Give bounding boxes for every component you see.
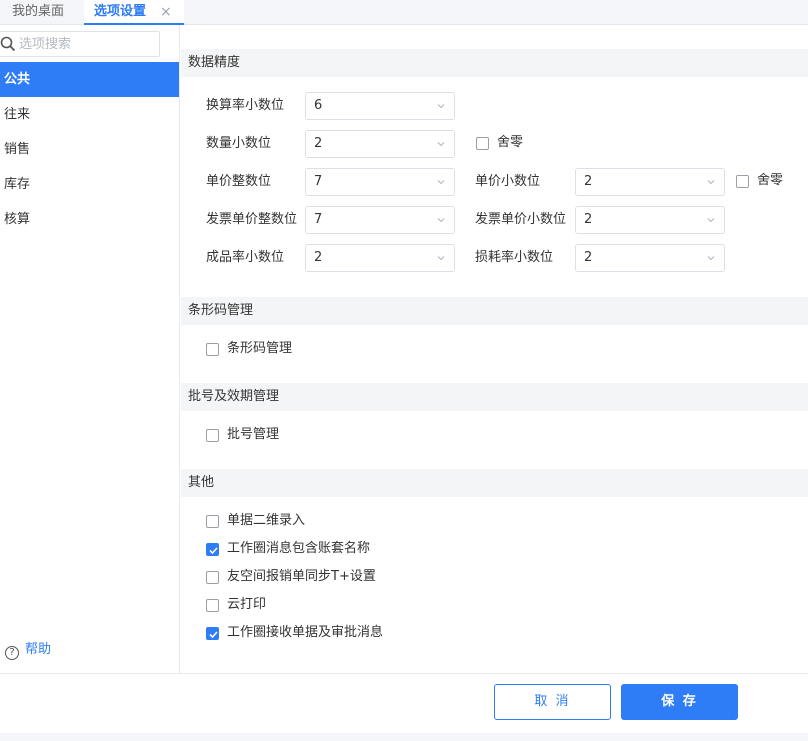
chevron-down-icon bbox=[707, 218, 715, 223]
label-batch-management: 批号管理 bbox=[227, 427, 280, 442]
select-invoice-price-integer[interactable]: 7 bbox=[305, 206, 455, 234]
label-workcircle-receive-messages: 工作圈接收单据及审批消息 bbox=[227, 625, 384, 640]
help-icon: ? bbox=[5, 646, 19, 660]
label-conversion-decimals: 换算率小数位 bbox=[206, 98, 285, 113]
sidebar-item-sales[interactable]: 销售 bbox=[0, 132, 179, 167]
section-header-barcode: 条形码管理 bbox=[181, 297, 808, 325]
section-header-batch: 批号及效期管理 bbox=[181, 383, 808, 411]
options-content: 数据精度 换算率小数位 6 数量小数位 2 舍零 单价整数位 7 单价小数位 2… bbox=[181, 25, 808, 673]
section-header-precision: 数据精度 bbox=[181, 49, 808, 77]
label-barcode-management: 条形码管理 bbox=[227, 341, 293, 356]
search-icon bbox=[0, 36, 16, 52]
select-unit-price-integer[interactable]: 7 bbox=[305, 168, 455, 196]
chevron-down-icon bbox=[437, 104, 445, 109]
select-value: 2 bbox=[314, 250, 323, 265]
label-unit-price-decimals: 单价小数位 bbox=[475, 174, 541, 189]
chevron-down-icon bbox=[437, 142, 445, 147]
chevron-down-icon bbox=[707, 180, 715, 185]
checkbox-unit-price-round-zero[interactable] bbox=[736, 175, 749, 188]
label-expense-sync: 友空间报销单同步T+设置 bbox=[227, 569, 376, 584]
tab-label: 选项设置 bbox=[94, 4, 147, 19]
select-yield-decimals[interactable]: 2 bbox=[305, 244, 455, 272]
select-conversion-decimals[interactable]: 6 bbox=[305, 92, 455, 120]
select-value: 2 bbox=[314, 136, 323, 151]
sidebar-item-public[interactable]: 公共 bbox=[0, 62, 179, 97]
search-input[interactable] bbox=[19, 35, 154, 53]
check-icon bbox=[209, 631, 218, 639]
label-workcircle-account-name: 工作圈消息包含账套名称 bbox=[227, 541, 371, 556]
section-header-other: 其他 bbox=[181, 469, 808, 497]
chevron-down-icon bbox=[437, 256, 445, 261]
sidebar-item-contacts[interactable]: 往来 bbox=[0, 97, 179, 132]
checkbox-document-2d-entry[interactable] bbox=[206, 515, 219, 528]
footer-bottom-strip bbox=[0, 733, 808, 741]
search-box bbox=[0, 31, 160, 57]
sidebar: 公共 往来 销售 库存 核算 ? 帮助 bbox=[0, 25, 180, 673]
checkbox-workcircle-account-name[interactable] bbox=[206, 543, 219, 556]
select-value: 2 bbox=[584, 174, 593, 189]
select-value: 6 bbox=[314, 98, 323, 113]
checkbox-quantity-round-zero[interactable] bbox=[476, 137, 489, 150]
select-quantity-decimals[interactable]: 2 bbox=[305, 130, 455, 158]
select-unit-price-decimals[interactable]: 2 bbox=[575, 168, 725, 196]
label-cloud-print: 云打印 bbox=[227, 597, 267, 612]
close-icon[interactable]: × bbox=[160, 0, 172, 24]
label-yield-decimals: 成品率小数位 bbox=[206, 250, 285, 265]
label-invoice-price-decimals: 发票单价小数位 bbox=[475, 212, 567, 227]
label-quantity-round-zero: 舍零 bbox=[497, 135, 524, 150]
tab-option-settings[interactable]: 选项设置 × bbox=[84, 0, 184, 25]
tab-bar: 我的桌面 选项设置 × bbox=[0, 0, 808, 25]
select-value: 7 bbox=[314, 174, 323, 189]
label-unit-price-round-zero: 舍零 bbox=[757, 173, 784, 188]
chevron-down-icon bbox=[437, 180, 445, 185]
select-value: 2 bbox=[584, 250, 593, 265]
select-loss-decimals[interactable]: 2 bbox=[575, 244, 725, 272]
help-link[interactable]: ? 帮助 bbox=[5, 640, 51, 660]
checkbox-batch-management[interactable] bbox=[206, 429, 219, 442]
checkbox-barcode-management[interactable] bbox=[206, 343, 219, 356]
chevron-down-icon bbox=[707, 256, 715, 261]
tab-my-desktop[interactable]: 我的桌面 bbox=[0, 0, 84, 25]
help-label: 帮助 bbox=[25, 642, 52, 657]
select-value: 7 bbox=[314, 212, 323, 227]
save-button[interactable]: 保 存 bbox=[621, 684, 738, 720]
select-invoice-price-decimals[interactable]: 2 bbox=[575, 206, 725, 234]
label-document-2d-entry: 单据二维录入 bbox=[227, 513, 306, 528]
sidebar-item-inventory[interactable]: 库存 bbox=[0, 167, 179, 202]
checkbox-cloud-print[interactable] bbox=[206, 599, 219, 612]
sidebar-item-accounting[interactable]: 核算 bbox=[0, 202, 179, 237]
select-value: 2 bbox=[584, 212, 593, 227]
cancel-button[interactable]: 取 消 bbox=[494, 684, 611, 720]
chevron-down-icon bbox=[437, 218, 445, 223]
label-unit-price-integer: 单价整数位 bbox=[206, 174, 272, 189]
check-icon bbox=[209, 547, 218, 555]
checkbox-expense-sync[interactable] bbox=[206, 571, 219, 584]
label-quantity-decimals: 数量小数位 bbox=[206, 136, 272, 151]
checkbox-workcircle-receive-messages[interactable] bbox=[206, 627, 219, 640]
label-loss-decimals: 损耗率小数位 bbox=[475, 250, 554, 265]
label-invoice-price-integer: 发票单价整数位 bbox=[206, 212, 298, 227]
